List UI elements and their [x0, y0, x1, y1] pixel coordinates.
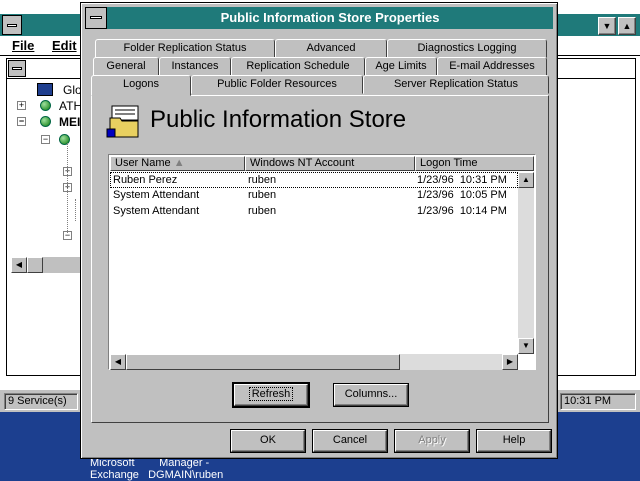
- tab-folder-replication-status[interactable]: Folder Replication Status: [95, 39, 275, 58]
- tab-server-replication-status[interactable]: Server Replication Status: [363, 75, 549, 94]
- cell-time: 1/23/96 10:05 PM: [417, 189, 507, 201]
- tab-age-limits[interactable]: Age Limits: [365, 57, 437, 76]
- collapse-icon[interactable]: −: [41, 135, 50, 144]
- tab-email-addresses[interactable]: E-mail Addresses: [437, 57, 547, 76]
- tab-advanced[interactable]: Advanced: [275, 39, 387, 58]
- scroll-left-icon[interactable]: ◀: [11, 257, 27, 273]
- scroll-track[interactable]: [518, 172, 534, 354]
- ok-button[interactable]: OK: [231, 430, 305, 452]
- tree-item-label: ATH: [59, 99, 83, 113]
- sort-ascending-icon: ▲: [173, 157, 185, 169]
- dialog-system-menu-button[interactable]: [85, 7, 107, 29]
- cell-account: ruben: [248, 174, 277, 186]
- cell-account: ruben: [248, 205, 277, 217]
- columns-button[interactable]: Columns...: [334, 384, 408, 406]
- scroll-down-icon[interactable]: ▼: [518, 338, 534, 354]
- tab-instances[interactable]: Instances: [159, 57, 231, 76]
- refresh-button[interactable]: Refresh: [234, 384, 308, 406]
- vertical-scrollbar[interactable]: ▲ ▼: [518, 172, 534, 354]
- column-logon-time[interactable]: Logon Time: [415, 156, 534, 171]
- apply-label: Apply: [418, 434, 446, 446]
- tree-line: [75, 199, 76, 221]
- menu-edit[interactable]: Edit: [52, 38, 77, 53]
- cancel-button[interactable]: Cancel: [313, 430, 387, 452]
- status-time: 10:31 PM: [560, 393, 636, 410]
- collapse-icon[interactable]: −: [17, 117, 26, 126]
- cell-user: Ruben Perez: [113, 174, 178, 186]
- help-button[interactable]: Help: [477, 430, 551, 452]
- table-row[interactable]: System Attendant ruben 1/23/96 10:14 PM: [110, 204, 518, 220]
- scroll-right-icon[interactable]: ▶: [502, 354, 518, 370]
- tab-replication-schedule[interactable]: Replication Schedule: [231, 57, 365, 76]
- logons-list[interactable]: User Name ▲ Windows NT Account Logon Tim…: [108, 154, 536, 370]
- globe-icon: [40, 116, 51, 127]
- apply-button[interactable]: Apply: [395, 430, 469, 452]
- store-title: Public Information Store: [150, 106, 407, 133]
- tree-item-label: MEI: [59, 115, 81, 129]
- scroll-thumb[interactable]: [126, 354, 400, 370]
- column-user-name[interactable]: User Name ▲: [110, 156, 245, 171]
- globe-icon: [59, 134, 70, 145]
- cell-time: 1/23/96 10:14 PM: [417, 205, 507, 217]
- properties-dialog: Public Information Store Properties Fold…: [80, 2, 558, 459]
- scroll-up-icon[interactable]: ▲: [518, 172, 534, 188]
- table-row[interactable]: System Attendant ruben 1/23/96 10:05 PM: [110, 188, 518, 204]
- scroll-thumb[interactable]: [27, 257, 43, 273]
- dialog-title-bar: Public Information Store Properties: [85, 7, 553, 29]
- status-services: 9 Service(s): [4, 393, 78, 410]
- public-store-icon: [106, 105, 139, 138]
- cell-user: System Attendant: [113, 205, 200, 217]
- tab-logons[interactable]: Logons: [91, 75, 191, 96]
- refresh-label: Refresh: [248, 387, 294, 401]
- globe-icon: [40, 100, 51, 111]
- cell-user: System Attendant: [113, 189, 200, 201]
- cell-time: 1/23/96 10:31 PM: [417, 174, 507, 186]
- tab-diagnostics-logging[interactable]: Diagnostics Logging: [387, 39, 547, 58]
- expand-icon[interactable]: +: [17, 101, 26, 110]
- cell-account: ruben: [248, 189, 277, 201]
- list-header: User Name ▲ Windows NT Account Logon Tim…: [110, 156, 534, 171]
- maximize-button[interactable]: ▲: [618, 17, 636, 35]
- horizontal-scrollbar[interactable]: ◀ ▶: [110, 354, 518, 370]
- tab-public-folder-resources[interactable]: Public Folder Resources: [191, 75, 363, 94]
- logons-tab-page: Public Information Store User Name ▲ Win…: [91, 95, 549, 423]
- column-label: User Name: [115, 157, 171, 169]
- taskbar-line: Exchange DGMAIN\ruben: [90, 469, 224, 481]
- scroll-left-icon[interactable]: ◀: [110, 354, 126, 370]
- organization-icon: [37, 83, 53, 96]
- admin-system-menu-button[interactable]: [2, 15, 22, 35]
- child-system-menu-button[interactable]: [8, 60, 26, 77]
- tab-general[interactable]: General: [93, 57, 159, 76]
- taskbar-label: Microsoft Manager - Exchange DGMAIN\rube…: [90, 457, 223, 481]
- tree-line: [67, 143, 68, 233]
- minimize-button[interactable]: ▼: [598, 17, 616, 35]
- menu-file[interactable]: File: [12, 38, 34, 53]
- dialog-title: Public Information Store Properties: [220, 10, 440, 25]
- column-nt-account[interactable]: Windows NT Account: [245, 156, 415, 171]
- table-row[interactable]: Ruben Perez ruben 1/23/96 10:31 PM: [110, 172, 518, 188]
